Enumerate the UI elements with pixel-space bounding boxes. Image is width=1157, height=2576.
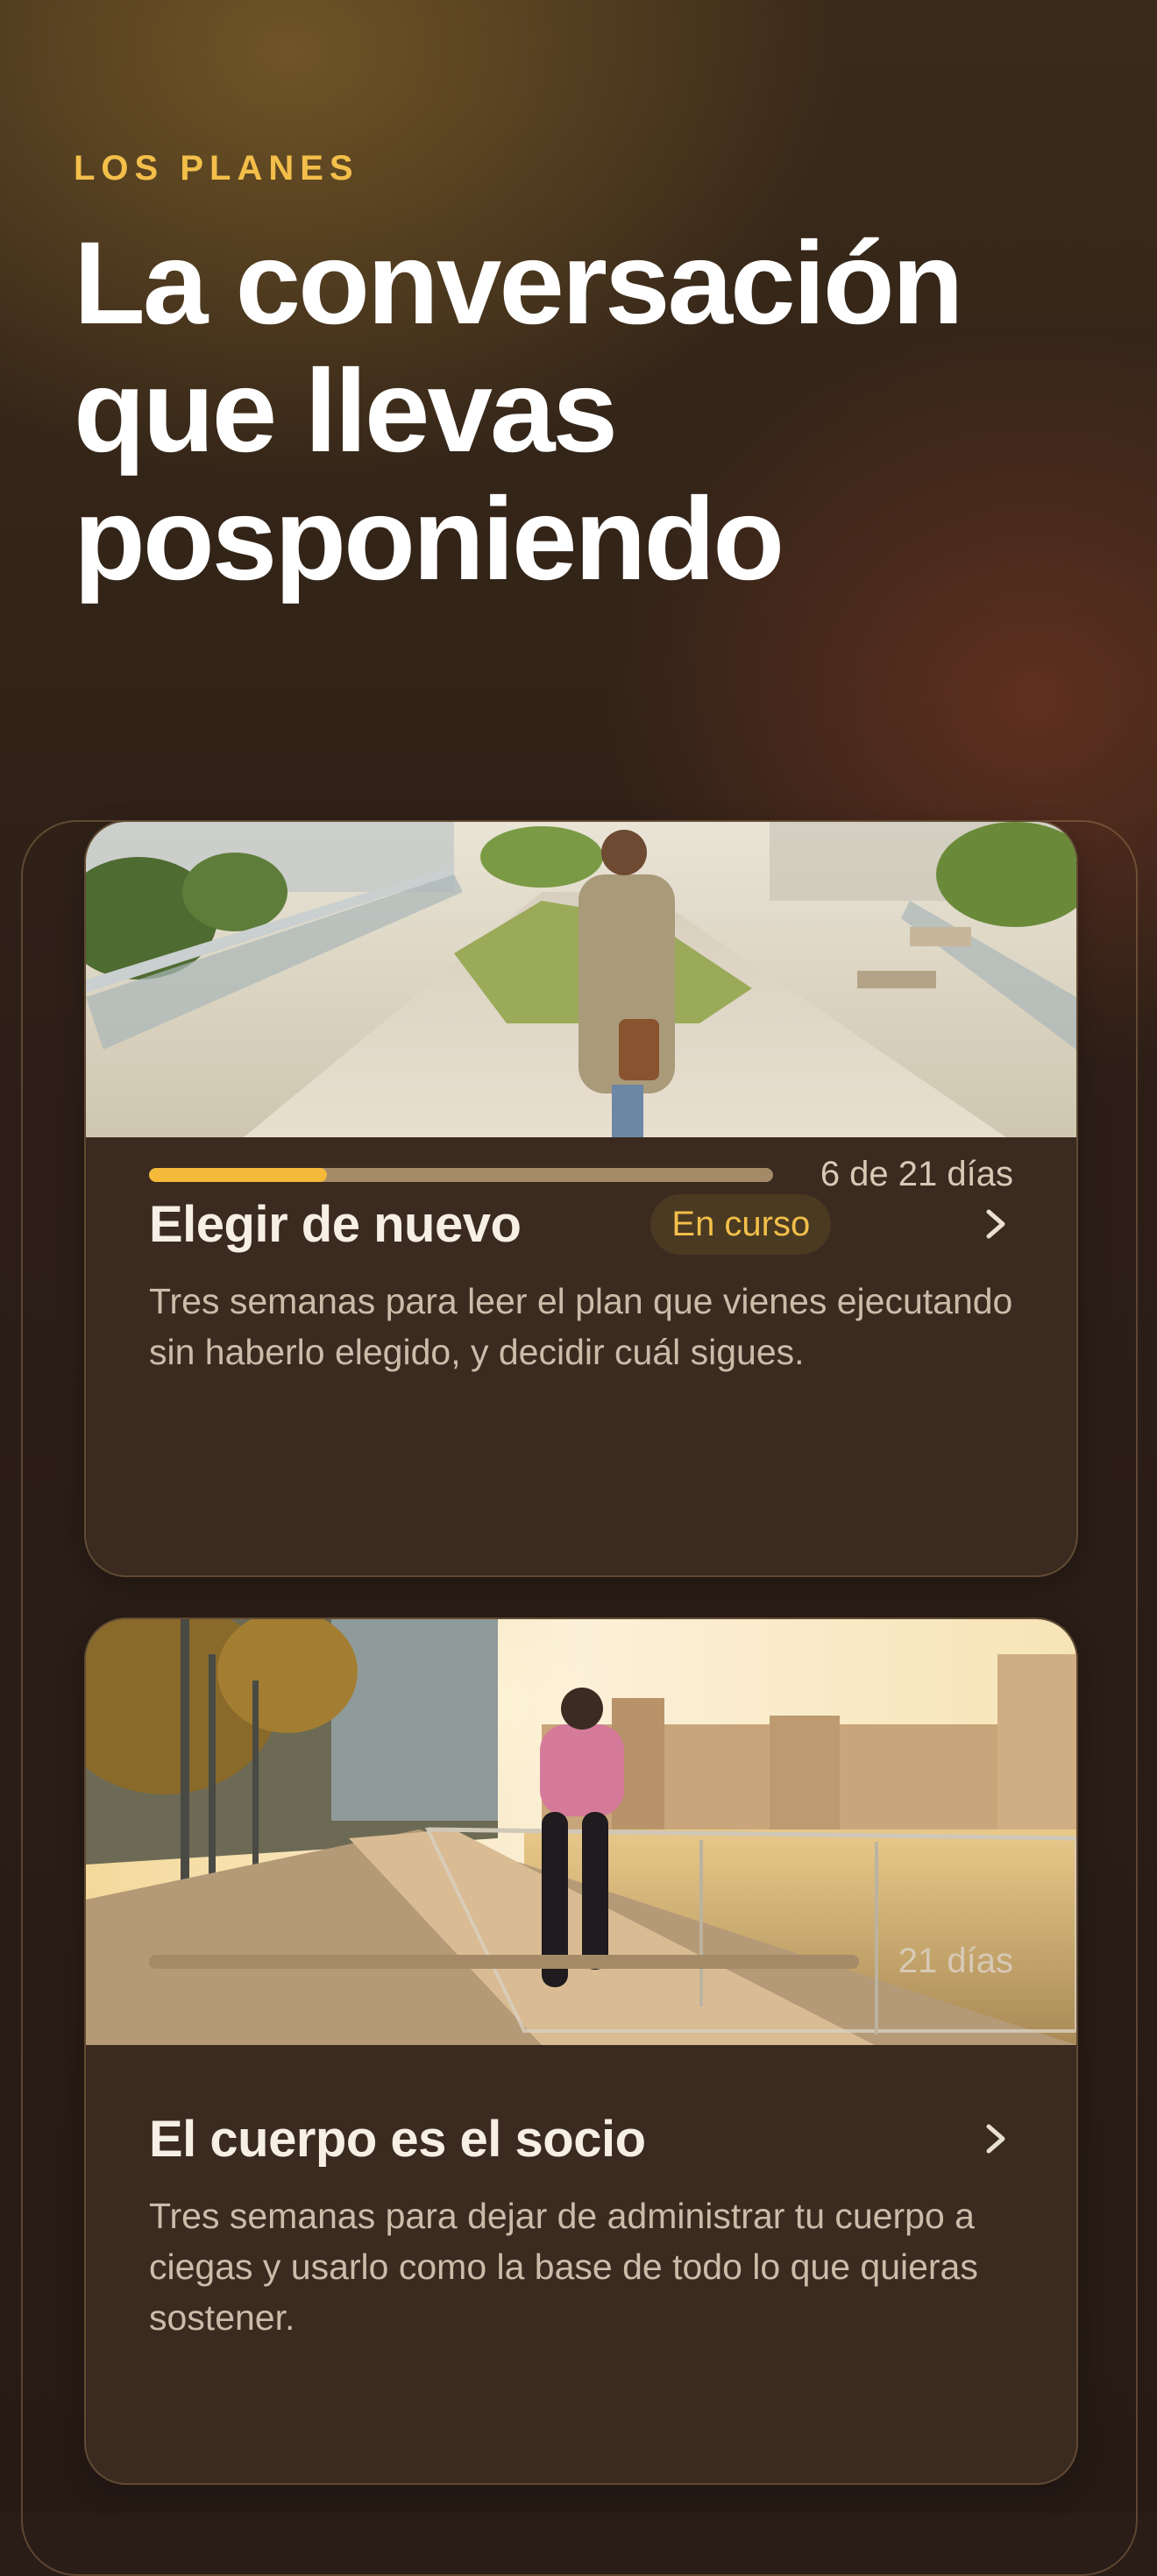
page-header: LOS PLANES La conversación que llevas po… (74, 149, 1090, 604)
chevron-right-icon[interactable] (978, 1198, 1013, 1250)
plan-description: Tres semanas para leer el plan que viene… (149, 1281, 1013, 1372)
plan-title: El cuerpo es el socio (149, 2110, 646, 2168)
plan-title-row: Elegir de nuevo En curso (149, 1193, 1013, 1255)
plan-card-elegir-de-nuevo[interactable]: Elegir de nuevo En curso Tres semanas pa… (84, 820, 1078, 1577)
progress-fill (149, 1167, 328, 1182)
plan-card-body: Elegir de nuevo En curso Tres semanas pa… (86, 1193, 1076, 1377)
plan-description: Tres semanas para dejar de administrar t… (149, 2196, 978, 2338)
plan-image-garden-walk (86, 822, 1076, 1137)
plan-title-row: El cuerpo es el socio (149, 2108, 1013, 2169)
plan-progress-row: 6 de 21 días (149, 1155, 1013, 1194)
progress-label: 21 días (898, 1942, 1013, 1980)
section-eyebrow: LOS PLANES (74, 149, 359, 188)
progress-track (149, 1167, 773, 1182)
page-title: La conversación que llevas posponiendo (74, 218, 964, 605)
status-badge: En curso (650, 1193, 832, 1255)
progress-track (149, 1954, 859, 1969)
plan-card-body: El cuerpo es el socio Tres semanas para … (86, 2108, 1076, 2343)
plan-image-riverside-run (86, 1619, 1076, 2045)
chevron-right-icon[interactable] (978, 2112, 1013, 2165)
plan-card-el-cuerpo-es-el-socio[interactable]: El cuerpo es el socio Tres semanas para … (84, 1617, 1078, 2485)
plan-progress-row: 21 días (149, 1942, 1013, 1981)
progress-label: 6 de 21 días (820, 1155, 1013, 1193)
plan-title: Elegir de nuevo (149, 1195, 522, 1253)
